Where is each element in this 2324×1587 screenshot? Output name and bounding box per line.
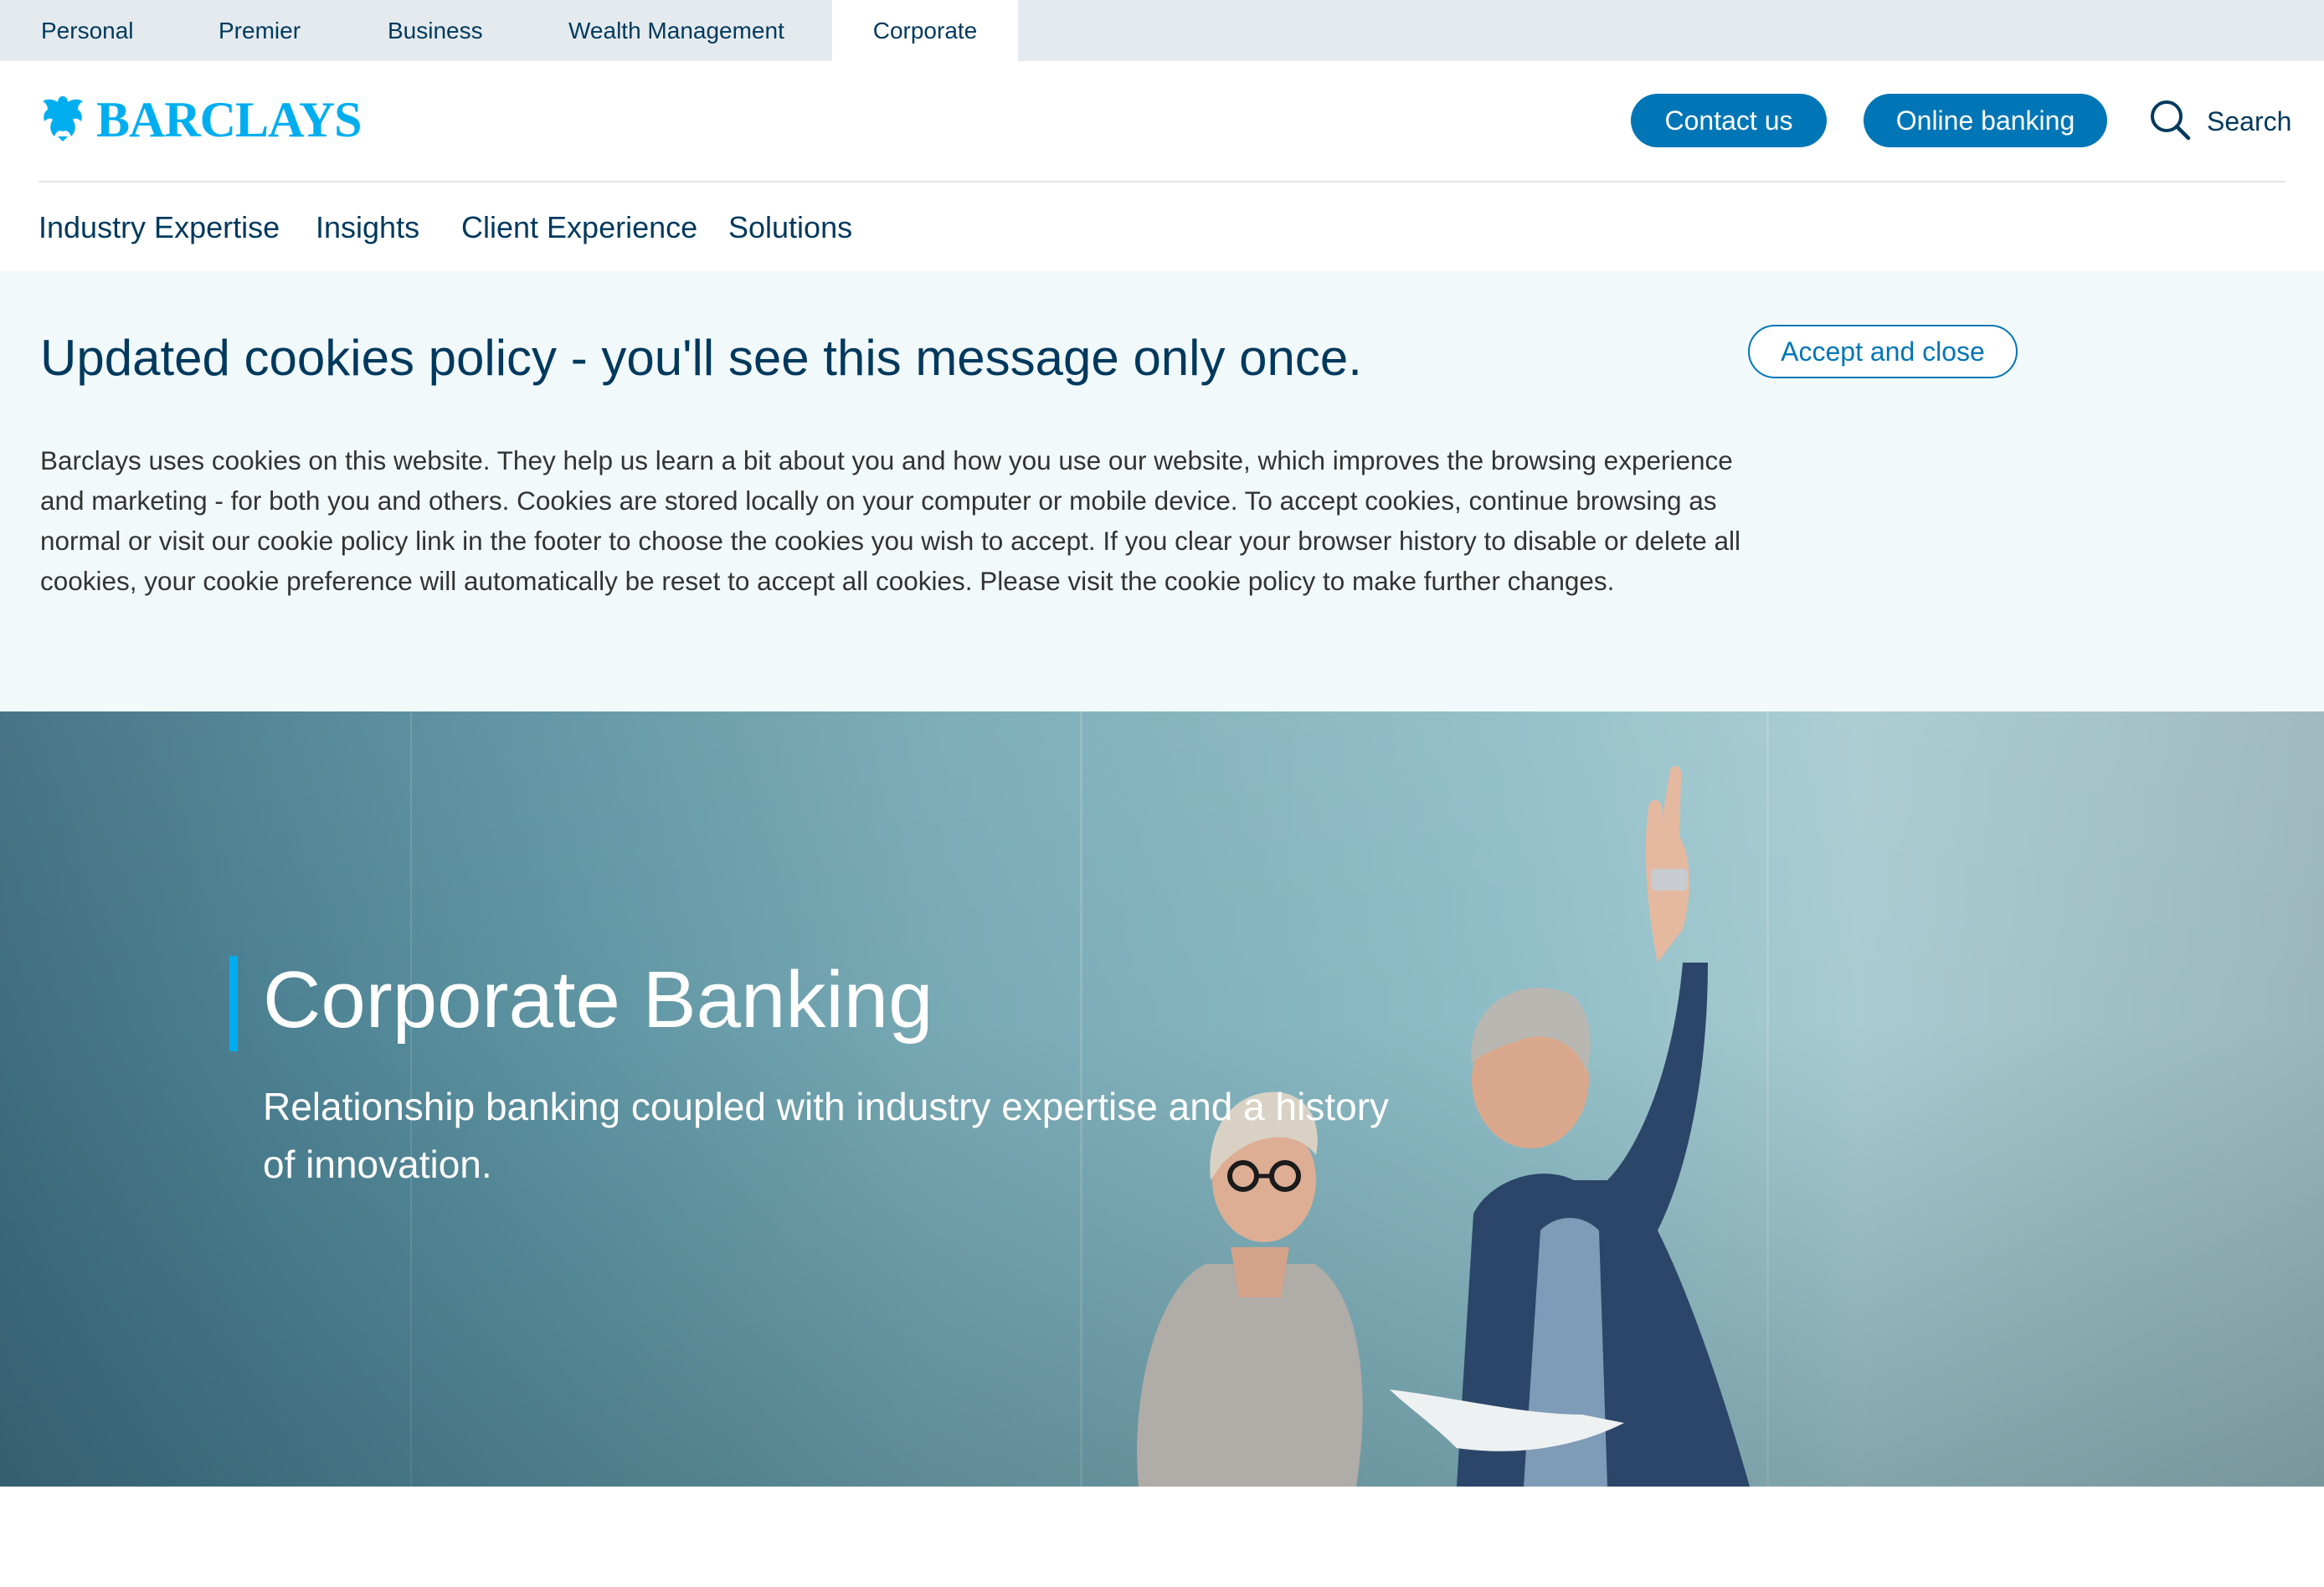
nav-insights[interactable]: Insights bbox=[316, 209, 419, 246]
hero-subtitle: Relationship banking coupled with indust… bbox=[263, 1085, 1390, 1186]
hero-title: Corporate Banking bbox=[263, 955, 933, 1045]
online-banking-button[interactable]: Online banking bbox=[1864, 94, 2107, 147]
nav-industry-expertise[interactable]: Industry Expertise bbox=[39, 209, 280, 246]
segment-bar bbox=[0, 0, 2324, 61]
contact-us-button[interactable]: Contact us bbox=[1631, 94, 1827, 147]
cookie-body: Barclays uses cookies on this website. T… bbox=[40, 445, 1740, 596]
segment-wealth-management[interactable]: Wealth Management bbox=[568, 0, 784, 61]
nav-client-experience[interactable]: Client Experience bbox=[461, 209, 697, 246]
nav-solutions[interactable]: Solutions bbox=[728, 209, 852, 246]
segment-premier[interactable]: Premier bbox=[219, 0, 301, 61]
hero-accent-bar bbox=[229, 956, 238, 1051]
barclays-logo[interactable]: BARCLAYS bbox=[39, 94, 362, 146]
eagle-icon bbox=[39, 93, 86, 147]
segment-business[interactable]: Business bbox=[388, 0, 483, 61]
search-icon bbox=[2148, 98, 2192, 146]
segment-corporate[interactable]: Corporate bbox=[832, 0, 1018, 61]
accept-and-close-button[interactable]: Accept and close bbox=[1748, 325, 2018, 378]
search-button[interactable]: Search bbox=[2148, 96, 2291, 146]
segment-personal[interactable]: Personal bbox=[41, 0, 134, 61]
logo-wordmark: BARCLAYS bbox=[96, 92, 362, 147]
search-label: Search bbox=[2207, 105, 2292, 136]
cookie-title: Updated cookies policy - you'll see this… bbox=[40, 330, 1362, 386]
